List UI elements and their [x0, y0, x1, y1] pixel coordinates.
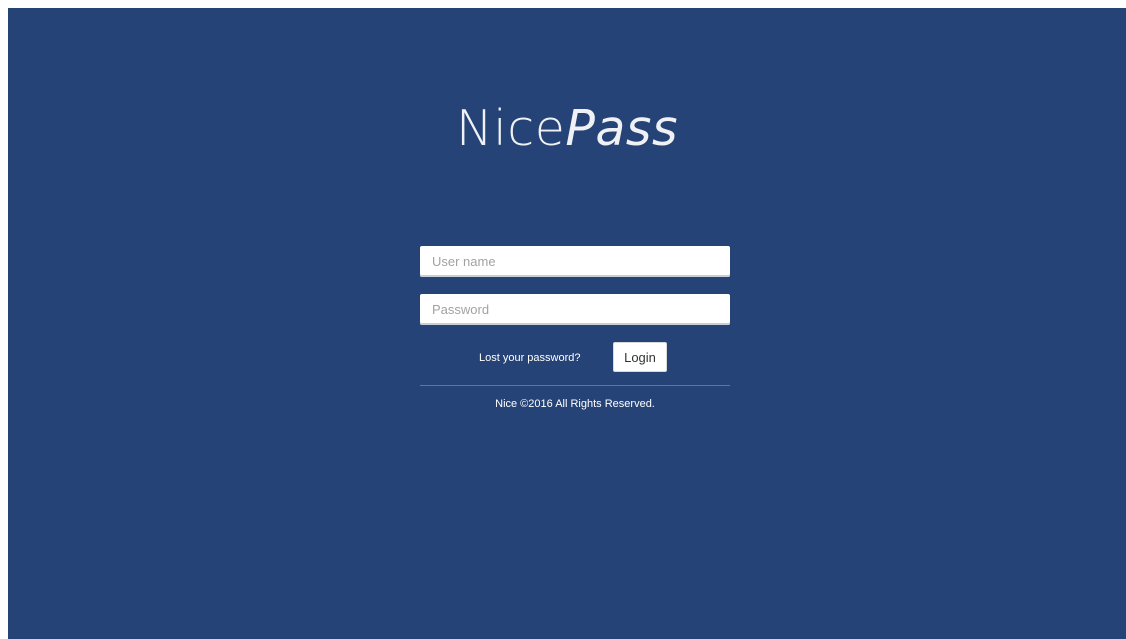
app-logo: NicePass: [8, 100, 1126, 157]
password-input[interactable]: [420, 294, 730, 325]
logo-regular-text: Nice: [456, 100, 566, 157]
username-input[interactable]: [420, 246, 730, 277]
divider: [420, 385, 730, 386]
login-button[interactable]: Login: [613, 342, 667, 372]
login-screen: NicePass Lost your password? Login Nice …: [8, 8, 1126, 639]
lost-password-link[interactable]: Lost your password?: [479, 352, 581, 364]
copyright-footer: Nice ©2016 All Rights Reserved.: [495, 398, 655, 410]
logo-italic-text: Pass: [565, 100, 678, 157]
